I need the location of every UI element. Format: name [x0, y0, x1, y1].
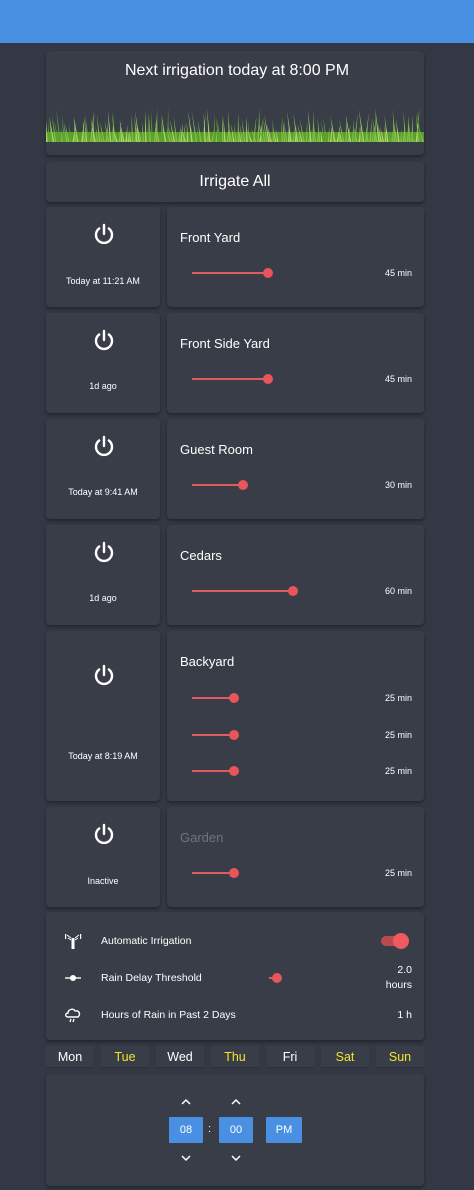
day-sat[interactable]: Sat [321, 1046, 369, 1068]
zone-detail-card [167, 419, 424, 519]
power-icon[interactable] [92, 329, 116, 353]
top-app-bar [0, 0, 474, 43]
zone-power-card[interactable] [46, 631, 160, 801]
zone-power-card[interactable] [46, 525, 160, 625]
irrigate-all-button[interactable]: Irrigate All [46, 162, 424, 202]
day-tue[interactable]: Tue [101, 1046, 149, 1068]
zone-last-run: Inactive [87, 876, 119, 886]
slider-icon [65, 975, 81, 981]
minute-up-chevron-icon[interactable] [230, 1098, 242, 1106]
rain-delay-slider[interactable] [269, 972, 282, 984]
rain-delay-label: Rain Delay Threshold [101, 972, 202, 984]
zone-duration-slider[interactable] [192, 765, 239, 777]
zone-duration-slider[interactable] [192, 692, 239, 704]
zone-power-card[interactable] [46, 313, 160, 413]
zone-duration-slider[interactable] [192, 867, 239, 879]
auto-irrigation-label: Automatic Irrigation [101, 935, 192, 947]
rain-delay-value: 2.0 [397, 964, 412, 976]
auto-irrigation-toggle[interactable] [381, 933, 409, 949]
zone-detail-card [167, 525, 424, 625]
day-thu[interactable]: Thu [211, 1046, 259, 1068]
zone-power-card[interactable] [46, 807, 160, 907]
zone-duration-label: 25 min [384, 693, 412, 703]
power-icon[interactable] [92, 823, 116, 847]
zone-duration-label: 25 min [384, 766, 412, 776]
day-sun[interactable]: Sun [376, 1046, 424, 1068]
rain-hours-label: Hours of Rain in Past 2 Days [101, 1009, 236, 1021]
zone-duration-label: 25 min [384, 730, 412, 740]
rain-delay-unit: hours [385, 979, 412, 991]
zone-last-run: Today at 11:21 AM [66, 276, 140, 286]
zone-name: Guest Room [180, 442, 253, 457]
zone-duration-slider[interactable] [192, 373, 273, 385]
hour-field[interactable]: 08 [169, 1117, 203, 1143]
minute-field[interactable]: 00 [219, 1117, 253, 1143]
zone-duration-slider[interactable] [192, 729, 239, 741]
zone-detail-card [167, 207, 424, 307]
power-icon[interactable] [92, 664, 116, 688]
zone-name: Garden [180, 830, 224, 845]
zone-duration-label: 45 min [384, 268, 412, 278]
next-irrigation-text: Next irrigation today at 8:00 PM [124, 62, 350, 79]
zone-power-card[interactable] [46, 207, 160, 307]
power-icon[interactable] [92, 435, 116, 459]
ampm-toggle[interactable]: PM [266, 1117, 302, 1143]
sprinkler-icon [65, 934, 82, 949]
zone-last-run: 1d ago [89, 381, 117, 391]
grass-image [46, 108, 424, 142]
cloud-rain-icon [65, 1008, 81, 1023]
day-wed[interactable]: Wed [156, 1046, 204, 1068]
hour-down-chevron-icon[interactable] [180, 1154, 192, 1162]
rain-hours-value: 1 h [397, 1009, 412, 1021]
power-icon[interactable] [92, 223, 116, 247]
zone-name: Front Yard [180, 230, 241, 245]
minute-down-chevron-icon[interactable] [230, 1154, 242, 1162]
zone-duration-label: 30 min [384, 480, 412, 490]
day-mon[interactable]: Mon [46, 1046, 94, 1068]
time-separator: : [208, 1123, 212, 1135]
zone-name: Cedars [180, 548, 222, 563]
power-icon[interactable] [92, 541, 116, 565]
zone-detail-card [167, 313, 424, 413]
zone-duration-slider[interactable] [192, 479, 248, 491]
zone-duration-label: 60 min [384, 586, 412, 596]
zone-duration-label: 25 min [384, 868, 412, 878]
zone-last-run: Today at 8:19 AM [68, 751, 138, 761]
zone-duration-slider[interactable] [192, 585, 298, 597]
hour-up-chevron-icon[interactable] [180, 1098, 192, 1106]
zone-duration-label: 45 min [384, 374, 412, 384]
zone-last-run: Today at 9:41 AM [68, 487, 138, 497]
zone-detail-card [167, 807, 424, 907]
zone-duration-slider[interactable] [192, 267, 273, 279]
zone-name: Front Side Yard [180, 336, 270, 351]
day-fri[interactable]: Fri [266, 1046, 314, 1068]
zone-last-run: 1d ago [89, 593, 117, 603]
zone-power-card[interactable] [46, 419, 160, 519]
zone-name: Backyard [180, 654, 235, 669]
